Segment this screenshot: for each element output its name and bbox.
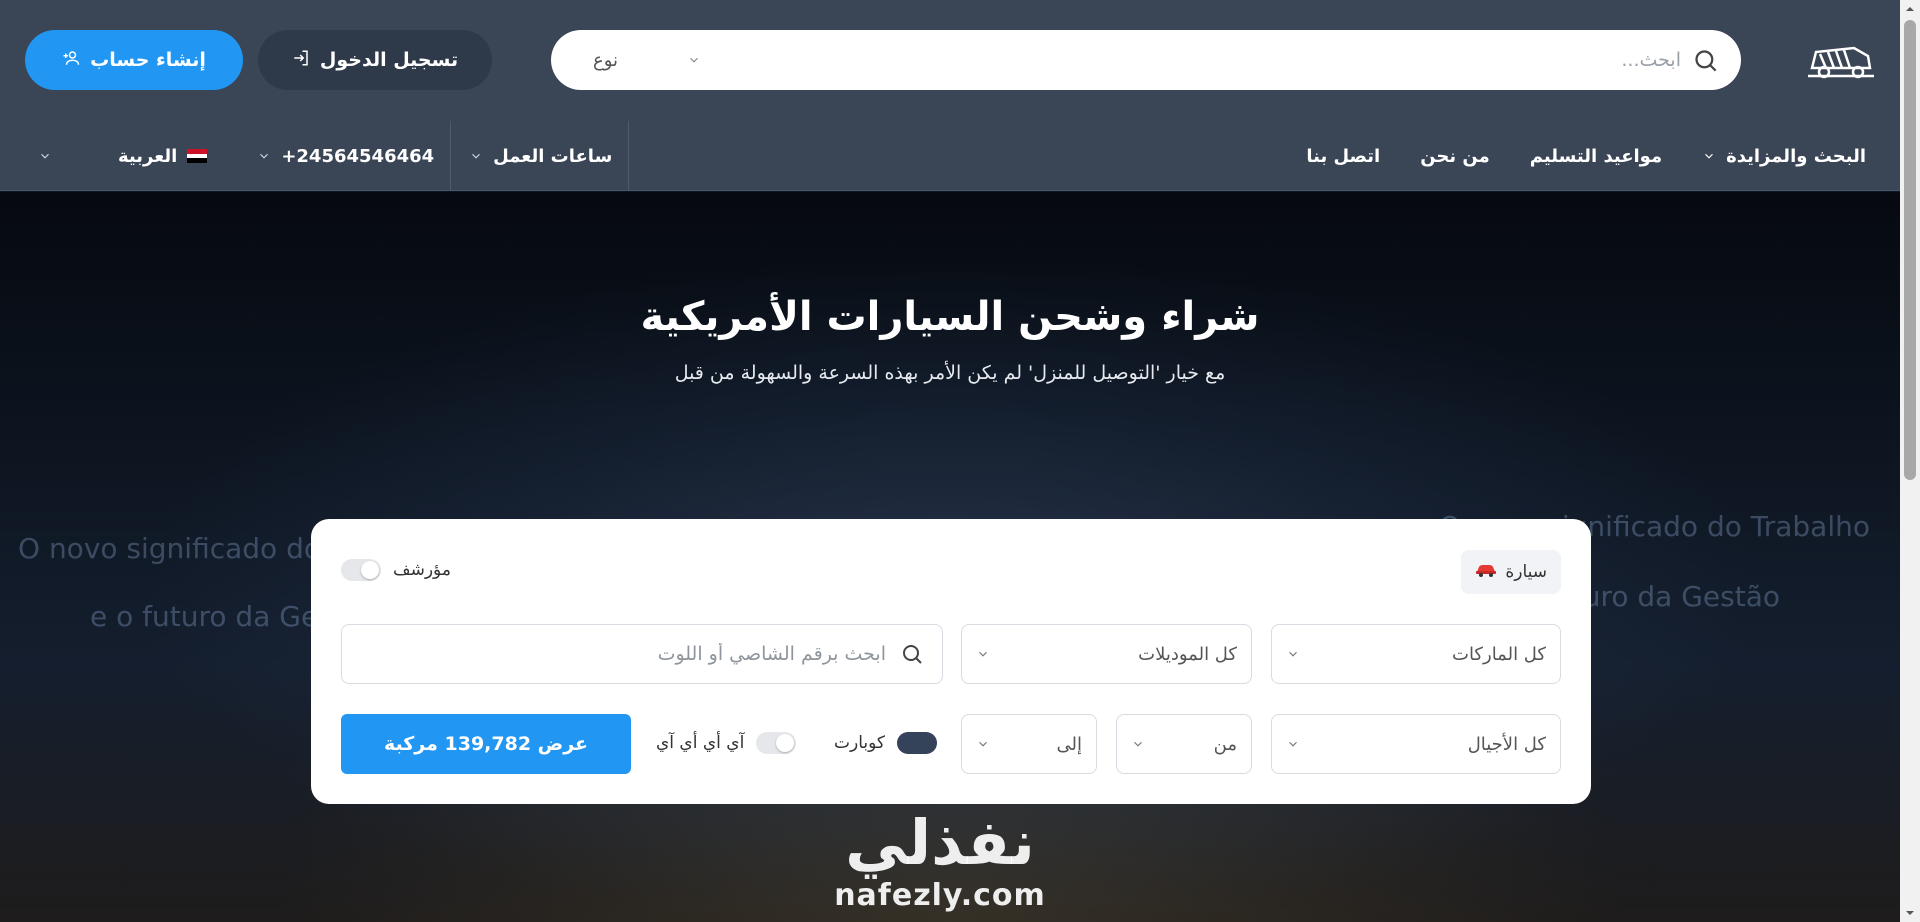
- iaai-toggle-group: آي أي أي آي: [656, 732, 797, 754]
- type-select[interactable]: نوع: [581, 44, 701, 76]
- models-select[interactable]: كل الموديلات: [961, 624, 1252, 684]
- iaai-label: آي أي أي آي: [656, 733, 745, 753]
- search-input[interactable]: [981, 40, 1681, 80]
- working-hours-label: ساعات العمل: [493, 145, 613, 167]
- year-to-label: إلى: [1056, 733, 1083, 755]
- show-vehicles-button[interactable]: عرض 139,782 مركبة: [341, 714, 631, 774]
- chevron-down-icon: [1289, 741, 1297, 747]
- vin-search-input[interactable]: [386, 643, 886, 665]
- archived-toggle-group: مؤرشف: [341, 559, 451, 581]
- add-user-icon: [62, 49, 80, 72]
- register-label: إنشاء حساب: [90, 49, 206, 71]
- chevron-down-icon: [690, 57, 698, 63]
- chevron-down-icon: [979, 651, 987, 657]
- years-select[interactable]: كل الأجيال: [1271, 714, 1561, 774]
- tab-car[interactable]: سيارة: [1461, 550, 1561, 594]
- nav-item-label: البحث والمزايدة: [1726, 145, 1866, 167]
- chevron-down-icon: [1705, 153, 1714, 159]
- copart-toggle[interactable]: [897, 732, 937, 754]
- copart-label: كوبارت: [834, 733, 885, 753]
- scrollbar-thumb[interactable]: [1904, 20, 1916, 480]
- years-select-label: كل الأجيال: [1467, 733, 1546, 755]
- tab-car-label: سيارة: [1505, 562, 1547, 582]
- phone-number: +24564546464: [281, 145, 435, 167]
- working-hours-selector[interactable]: ساعات العمل: [450, 121, 630, 191]
- nav-item-contact[interactable]: اتصل بنا: [1306, 146, 1380, 167]
- login-label: تسجيل الدخول: [319, 49, 459, 71]
- search-icon[interactable]: [1692, 47, 1719, 74]
- nav-links: البحث والمزايدة مواعيد التسليم من نحن ات…: [1306, 121, 1866, 191]
- car-icon: [1475, 562, 1497, 582]
- phone-selector[interactable]: +24564546464: [223, 121, 450, 191]
- nav-utilities: العربية +24564546464 ساعات العمل: [0, 121, 630, 191]
- login-icon: [292, 49, 310, 72]
- main-nav: العربية +24564546464 ساعات العمل البحث و…: [0, 121, 1900, 191]
- hero-subtitle: مع خيار 'التوصيل للمنزل' لم يكن الأمر به…: [674, 362, 1226, 384]
- top-header: إنشاء حساب تسجيل الدخول نوع: [0, 0, 1900, 121]
- archived-label: مؤرشف: [393, 560, 451, 580]
- site-logo[interactable]: [1806, 38, 1876, 82]
- scroll-up-icon[interactable]: [1905, 4, 1915, 14]
- nav-item-about[interactable]: من نحن: [1420, 146, 1490, 167]
- models-select-label: كل الموديلات: [1138, 643, 1237, 665]
- vin-search-field: [341, 624, 943, 684]
- watermark-latin: nafezly.com: [834, 878, 1046, 913]
- watermark-arabic: نفذلي: [845, 806, 1035, 879]
- chevron-down-icon: [472, 153, 481, 159]
- search-icon: [903, 645, 922, 664]
- hero-title: شراء وشحن السيارات الأمريكية: [640, 294, 1260, 340]
- iaai-toggle[interactable]: [756, 732, 797, 754]
- chevron-down-icon: [41, 153, 49, 159]
- chevron-down-icon: [979, 741, 987, 747]
- page-scrollbar[interactable]: [1900, 0, 1920, 922]
- copart-toggle-group: كوبارت: [834, 732, 937, 754]
- global-search-bar: نوع: [551, 30, 1741, 90]
- chevron-down-icon: [1134, 741, 1142, 747]
- year-from-select[interactable]: من: [1116, 714, 1252, 774]
- login-button[interactable]: تسجيل الدخول: [258, 30, 492, 90]
- nav-item-search-bidding[interactable]: البحث والمزايدة: [1702, 146, 1866, 167]
- vehicle-search-card: سيارة مؤرشف كل الماركات كل الموديلات كل …: [311, 519, 1591, 804]
- makes-select[interactable]: كل الماركات: [1271, 624, 1561, 684]
- type-select-label: نوع: [593, 49, 619, 71]
- nav-item-label: مواعيد التسليم: [1529, 145, 1663, 167]
- makes-select-label: كل الماركات: [1452, 643, 1546, 665]
- language-selector[interactable]: العربية: [0, 121, 223, 191]
- nav-item-delivery-dates[interactable]: مواعيد التسليم: [1530, 146, 1662, 167]
- nav-item-label: من نحن: [1420, 145, 1490, 167]
- scroll-down-icon[interactable]: [1905, 908, 1915, 918]
- chevron-down-icon: [1289, 651, 1297, 657]
- egypt-flag-icon: [187, 149, 208, 164]
- archived-toggle[interactable]: [341, 559, 381, 581]
- nafezly-watermark: نفذلي nafezly.com: [820, 808, 1060, 914]
- language-label: العربية: [118, 145, 178, 167]
- nav-item-label: اتصل بنا: [1306, 145, 1381, 167]
- register-button[interactable]: إنشاء حساب: [25, 30, 243, 90]
- year-from-label: من: [1213, 733, 1237, 755]
- chevron-down-icon: [260, 153, 269, 159]
- year-to-select[interactable]: إلى: [961, 714, 1097, 774]
